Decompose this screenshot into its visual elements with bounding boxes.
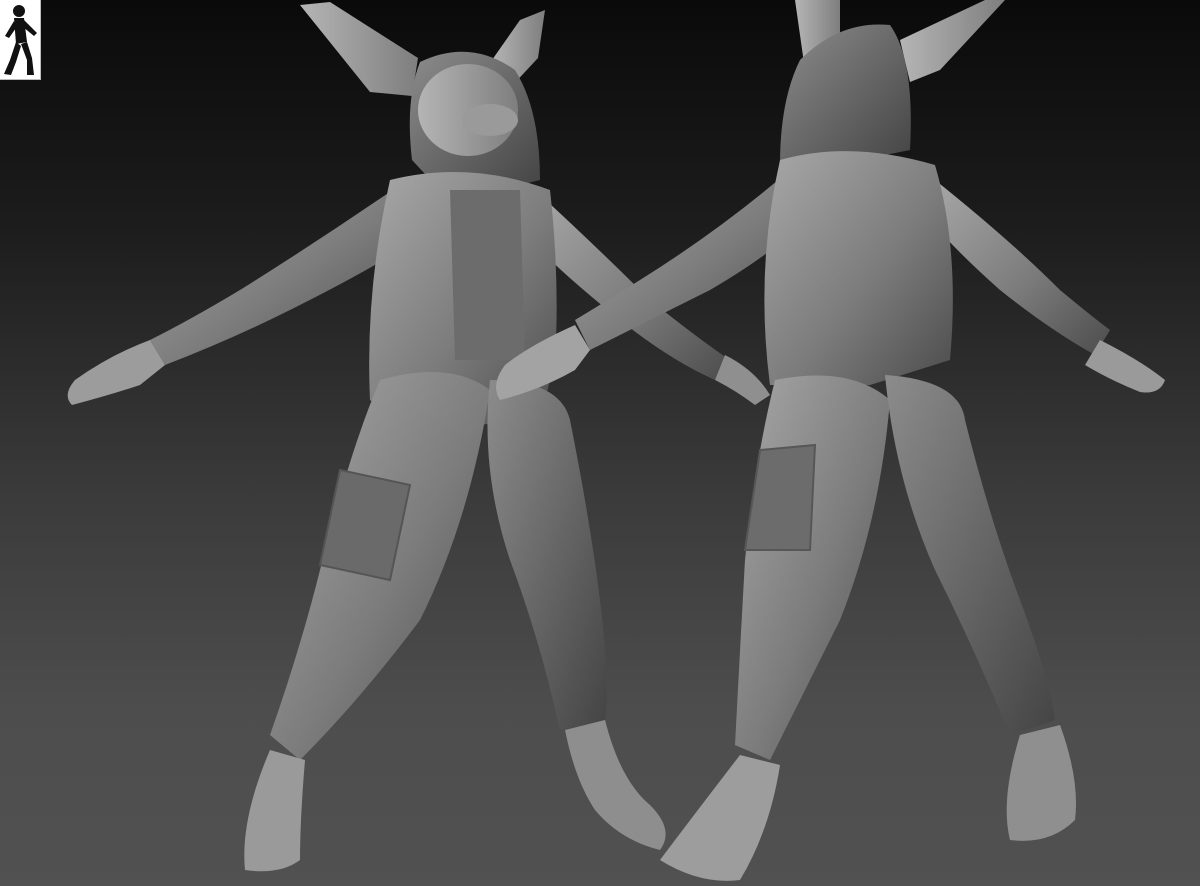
model-canvas[interactable] <box>0 0 1200 886</box>
back-hand-right <box>1085 340 1165 393</box>
back-foot-right <box>1006 725 1076 841</box>
walking-figure-icon <box>4 5 37 75</box>
front-ear-left <box>300 2 418 96</box>
front-foot-right <box>565 720 666 850</box>
front-pants-right <box>487 380 607 730</box>
document-viewport[interactable] <box>0 0 1200 886</box>
back-pants-right <box>885 375 1055 735</box>
back-jacket <box>764 151 953 385</box>
front-hand-right <box>715 355 770 405</box>
back-pants-left <box>735 375 890 760</box>
back-foot-left <box>660 755 780 881</box>
front-snout <box>462 104 518 136</box>
model-front-view[interactable] <box>67 2 770 872</box>
back-ear-right <box>900 0 1005 82</box>
back-hood <box>780 24 911 165</box>
navigation-gizmo[interactable] <box>0 0 41 80</box>
front-arm-left <box>150 185 400 365</box>
front-shirt <box>450 190 525 360</box>
back-arm-right <box>930 180 1110 355</box>
front-hand-left <box>67 340 165 405</box>
front-foot-left <box>244 750 305 872</box>
back-cargo-pocket <box>743 443 817 551</box>
